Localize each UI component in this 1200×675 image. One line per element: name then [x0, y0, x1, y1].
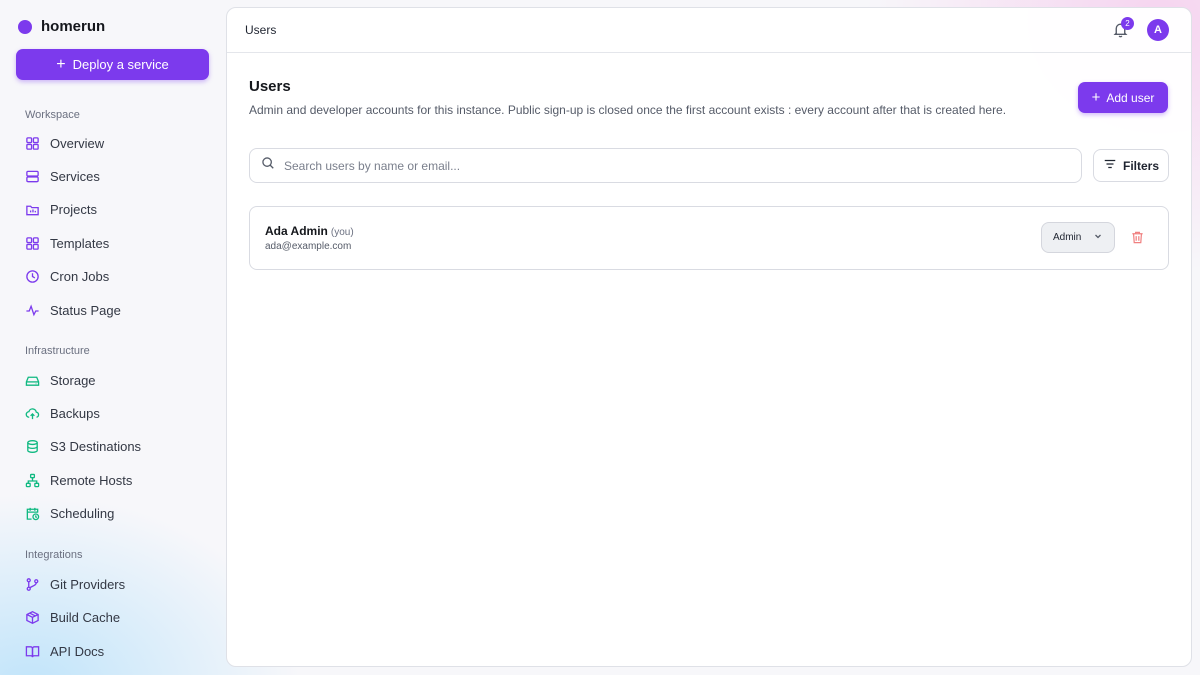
main-panel: Users 2 A Users Admin and developer acco…: [226, 7, 1192, 667]
sidebar-item-remote-hosts[interactable]: Remote Hosts: [25, 470, 132, 490]
sidebar-item-status-page[interactable]: Status Page: [25, 300, 121, 320]
section-title-workspace: Workspace: [25, 109, 80, 121]
role-select[interactable]: Admin: [1041, 222, 1115, 253]
search-icon: [261, 156, 275, 175]
brand[interactable]: homerun: [18, 18, 105, 35]
template-grid-icon: [25, 236, 40, 251]
topbar-title: Users: [245, 23, 277, 37]
sidebar-item-projects[interactable]: Projects: [25, 199, 97, 219]
sidebar-item-services[interactable]: Services: [25, 166, 100, 186]
filters-button[interactable]: Filters: [1093, 149, 1169, 182]
topbar: Users 2 A: [227, 8, 1191, 53]
user-email: ada@example.com: [265, 241, 352, 252]
role-select-value: Admin: [1053, 232, 1082, 243]
cloud-upload-icon: [25, 406, 40, 421]
server-icon: [25, 169, 40, 184]
plus-icon: +: [1091, 89, 1101, 106]
sidebar-item-scheduling[interactable]: Scheduling: [25, 503, 114, 523]
brand-name: homerun: [41, 18, 106, 35]
package-icon: [25, 610, 40, 625]
sidebar-item-label: Git Providers: [50, 576, 126, 592]
activity-icon: [25, 303, 40, 318]
list-item: Ada Admin (you) ada@example.com Admin: [249, 206, 1169, 270]
chevron-down-icon: [1093, 231, 1103, 244]
page-description: Admin and developer accounts for this in…: [249, 103, 1007, 117]
sidebar-item-backups[interactable]: Backups: [25, 403, 100, 423]
section-title-infrastructure: Infrastructure: [25, 345, 90, 357]
sidebar-item-s3-destinations[interactable]: S3 Destinations: [25, 436, 141, 456]
database-icon: [25, 439, 40, 454]
deploy-service-button[interactable]: + Deploy a service: [16, 49, 209, 80]
sidebar-item-label: S3 Destinations: [50, 438, 142, 454]
hard-drive-icon: [25, 373, 40, 388]
trash-icon[interactable]: [1130, 230, 1145, 245]
clock-icon: [25, 269, 40, 284]
page-title: Users: [249, 78, 291, 95]
section-title-integrations: Integrations: [25, 549, 83, 561]
sidebar-item-label: Services: [50, 168, 100, 184]
add-user-label: Add user: [1106, 90, 1155, 105]
sidebar-item-templates[interactable]: Templates: [25, 233, 109, 253]
user-name-text: Ada Admin: [265, 224, 328, 238]
sidebar-item-overview[interactable]: Overview: [25, 133, 104, 153]
search-box: [249, 148, 1082, 183]
sidebar-item-label: Backups: [50, 405, 100, 421]
notification-badge: 2: [1121, 17, 1134, 30]
calendar-clock-icon: [25, 506, 40, 521]
sidebar-item-label: Projects: [50, 201, 97, 217]
filters-label: Filters: [1122, 158, 1159, 173]
book-icon: [25, 644, 40, 659]
brand-logo-icon: [18, 19, 32, 34]
sidebar-item-label: Templates: [50, 235, 110, 251]
sidebar-item-label: API Docs: [50, 643, 105, 659]
sidebar-item-api-docs[interactable]: API Docs: [25, 641, 104, 661]
sidebar: homerun + Deploy a service Workspace Ove…: [0, 0, 225, 675]
filter-lines-icon: [1103, 157, 1117, 174]
sidebar-item-label: Overview: [50, 135, 105, 151]
sidebar-item-label: Scheduling: [50, 505, 115, 521]
search-input[interactable]: [284, 158, 1081, 173]
sidebar-item-storage[interactable]: Storage: [25, 370, 96, 390]
plus-icon: +: [56, 55, 66, 73]
sidebar-item-label: Storage: [50, 372, 96, 388]
folder-icon: [25, 202, 40, 217]
you-tag: (you): [330, 227, 354, 238]
sidebar-item-label: Cron Jobs: [50, 268, 110, 284]
sidebar-item-git-providers[interactable]: Git Providers: [25, 574, 125, 594]
user-name: Ada Admin (you): [265, 224, 354, 238]
git-branch-icon: [25, 577, 40, 592]
sidebar-item-cron-jobs[interactable]: Cron Jobs: [25, 266, 109, 286]
avatar[interactable]: A: [1147, 19, 1169, 41]
sidebar-item-label: Status Page: [50, 302, 121, 318]
sidebar-item-label: Build Cache: [50, 609, 121, 625]
deploy-service-label: Deploy a service: [72, 57, 169, 72]
sidebar-item-build-cache[interactable]: Build Cache: [25, 607, 120, 627]
add-user-button[interactable]: + Add user: [1078, 82, 1168, 113]
grid-icon: [25, 136, 40, 151]
network-icon: [25, 473, 40, 488]
sidebar-item-label: Remote Hosts: [50, 472, 133, 488]
